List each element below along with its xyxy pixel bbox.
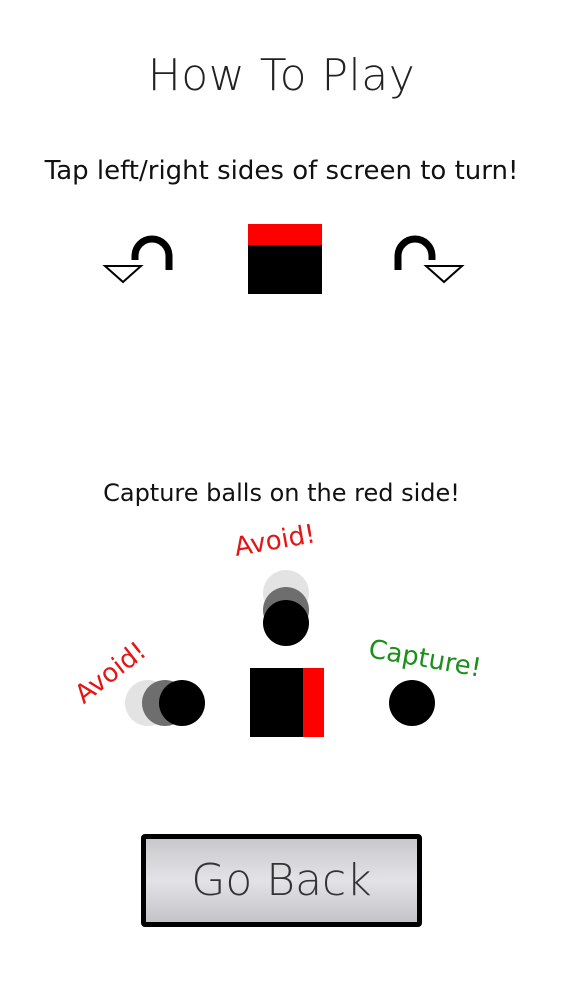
red-capture-side [248,224,322,245]
avoid-label-top: Avoid! [232,519,318,563]
ball-left [159,680,205,726]
red-capture-side [303,668,324,737]
page-title: How To Play [147,50,416,101]
ball-top [263,600,309,646]
rotate-clockwise-arrow-icon [394,235,465,284]
player-block-demo-top [248,224,322,294]
capture-label: Capture! [366,634,484,684]
player-block-demo-bottom [250,668,324,737]
rotate-counterclockwise-arrow-icon [102,235,173,284]
ball-right [389,680,435,726]
capture-instruction-text: Capture balls on the red side! [103,479,460,507]
turn-instruction-text: Tap left/right sides of screen to turn! [44,156,519,186]
go-back-button[interactable]: Go Back [141,834,422,927]
